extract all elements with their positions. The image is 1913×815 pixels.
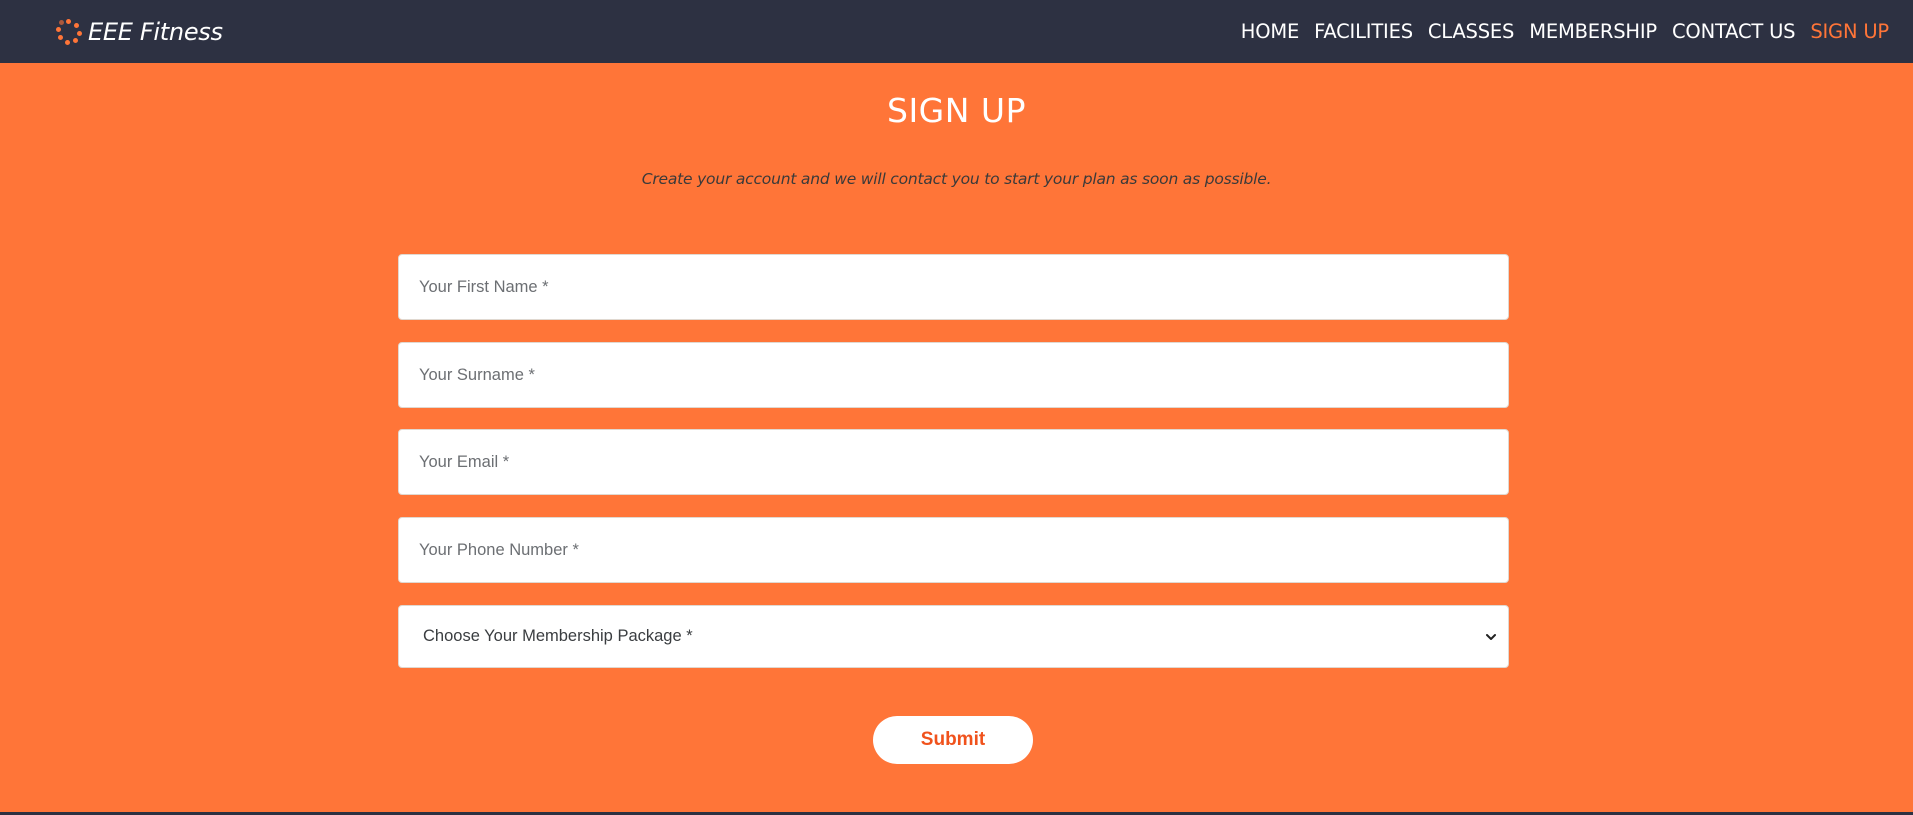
signup-section: SIGN UP Create your account and we will … bbox=[0, 63, 1913, 812]
membership-select[interactable]: Choose Your Membership Package * bbox=[398, 605, 1509, 668]
brand-link[interactable]: EEE Fitness bbox=[56, 17, 223, 47]
page-subtitle: Create your account and we will contact … bbox=[641, 170, 1272, 188]
nav-classes[interactable]: CLASSES bbox=[1428, 20, 1515, 43]
page-title: SIGN UP bbox=[887, 91, 1026, 130]
brand-name: EEE Fitness bbox=[88, 18, 223, 46]
nav-sign-up[interactable]: SIGN UP bbox=[1810, 20, 1889, 43]
nav-facilities[interactable]: FACILITIES bbox=[1314, 20, 1413, 43]
spinner-dots-icon bbox=[56, 19, 82, 45]
nav-home[interactable]: HOME bbox=[1241, 20, 1300, 43]
first-name-input[interactable] bbox=[398, 254, 1509, 320]
chevron-down-icon bbox=[1486, 634, 1496, 640]
nav-contact-us[interactable]: CONTACT US bbox=[1672, 20, 1796, 43]
membership-select-label: Choose Your Membership Package * bbox=[423, 627, 693, 645]
navbar: EEE Fitness HOME FACILITIES CLASSES MEMB… bbox=[0, 0, 1913, 63]
surname-input[interactable] bbox=[398, 342, 1509, 408]
email-input[interactable] bbox=[398, 429, 1509, 495]
nav-membership[interactable]: MEMBERSHIP bbox=[1529, 20, 1657, 43]
phone-input[interactable] bbox=[398, 517, 1509, 583]
submit-button[interactable]: Submit bbox=[873, 716, 1033, 764]
main-nav: HOME FACILITIES CLASSES MEMBERSHIP CONTA… bbox=[1226, 0, 1889, 63]
